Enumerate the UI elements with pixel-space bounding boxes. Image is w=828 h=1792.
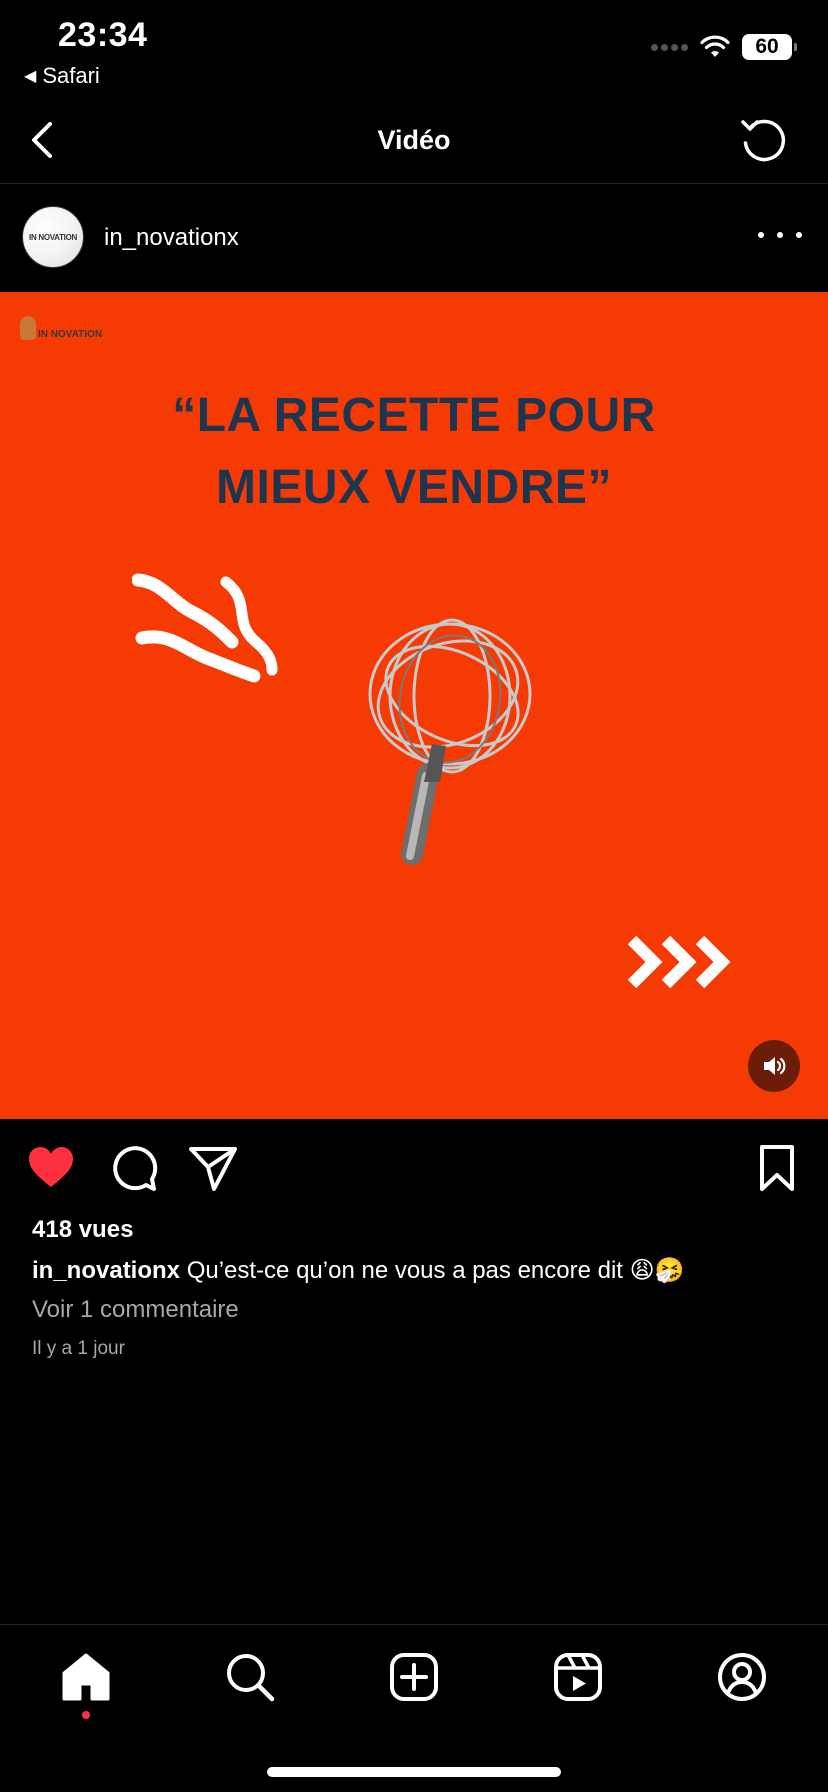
status-time: 23:34 bbox=[58, 16, 148, 54]
bottom-tab-bar bbox=[0, 1624, 828, 1792]
notification-dot bbox=[82, 1711, 90, 1719]
video-headline-line1: “LA RECETTE POUR bbox=[172, 389, 656, 442]
steam-waves-icon bbox=[132, 573, 278, 683]
avatar-logo-text: IN NOVATION bbox=[29, 232, 77, 242]
refresh-icon[interactable] bbox=[738, 114, 790, 166]
post-username[interactable]: in_novationx bbox=[104, 224, 239, 252]
video-player[interactable]: IN NOVATION “LA RECETTE POUR MIEUX VENDR… bbox=[0, 292, 828, 1119]
lightbulb-icon bbox=[20, 316, 36, 340]
create-icon[interactable] bbox=[388, 1651, 440, 1703]
more-icon[interactable] bbox=[758, 220, 802, 250]
heart-icon[interactable] bbox=[26, 1143, 76, 1193]
wifi-icon bbox=[700, 35, 730, 57]
post-timestamp: Il y a 1 jour bbox=[32, 1338, 125, 1359]
post-caption: in_novationx Qu’est-ce qu’on ne vous a p… bbox=[32, 1256, 812, 1286]
caption-text: Qu’est-ce qu’on ne vous a pas encore dit… bbox=[186, 1257, 685, 1284]
caption-username[interactable]: in_novationx bbox=[32, 1257, 180, 1284]
back-triangle-icon: ◀ bbox=[24, 68, 37, 85]
video-logo: IN NOVATION bbox=[20, 316, 102, 340]
post-header: IN NOVATION in_novationx bbox=[0, 184, 828, 292]
avatar[interactable]: IN NOVATION bbox=[22, 206, 84, 268]
view-count: 418 vues bbox=[32, 1216, 134, 1243]
video-headline-line2: MIEUX VENDRE” bbox=[216, 461, 612, 514]
reels-icon[interactable] bbox=[552, 1651, 604, 1703]
home-icon[interactable] bbox=[60, 1651, 112, 1703]
back-app-label: Safari bbox=[42, 63, 100, 88]
signal-icon bbox=[651, 43, 688, 51]
profile-icon[interactable] bbox=[716, 1651, 768, 1703]
search-icon[interactable] bbox=[224, 1651, 276, 1703]
post-actions bbox=[0, 1119, 828, 1219]
arrows-right-icon bbox=[628, 935, 731, 989]
whisk-image bbox=[368, 618, 532, 865]
nav-header: Vidéo bbox=[0, 96, 828, 184]
video-headline: “LA RECETTE POUR MIEUX VENDRE” bbox=[0, 380, 828, 524]
battery-indicator: 60 bbox=[742, 34, 797, 60]
comment-icon[interactable] bbox=[108, 1143, 158, 1193]
bookmark-icon[interactable] bbox=[752, 1143, 802, 1193]
status-bar: 23:34 ◀ Safari 60 bbox=[0, 0, 828, 96]
sound-toggle-button[interactable] bbox=[748, 1040, 800, 1092]
page-title: Vidéo bbox=[377, 125, 451, 155]
status-indicators: 60 bbox=[651, 34, 797, 60]
video-logo-text: IN NOVATION bbox=[38, 329, 103, 340]
back-to-app-link[interactable]: ◀ Safari bbox=[24, 63, 100, 89]
home-indicator[interactable] bbox=[267, 1767, 561, 1777]
speaker-icon bbox=[764, 1057, 786, 1075]
send-icon[interactable] bbox=[188, 1143, 238, 1193]
view-comments-link[interactable]: Voir 1 commentaire bbox=[32, 1296, 239, 1324]
